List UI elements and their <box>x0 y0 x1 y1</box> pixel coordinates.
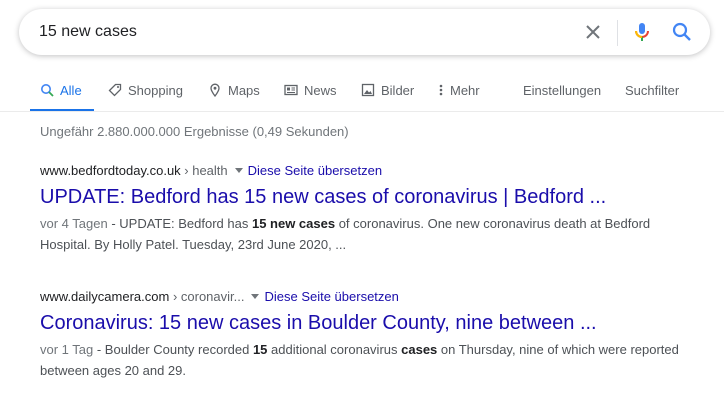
result-stats: Ungefähr 2.880.000.000 Ergebnisse (0,49 … <box>40 124 349 139</box>
tab-settings[interactable]: Einstellungen <box>523 70 601 110</box>
result-domain: www.dailycamera.com <box>40 289 170 304</box>
tab-all[interactable]: Alle <box>40 70 82 110</box>
tab-news-label: News <box>304 82 337 98</box>
result-path: › coronavir... <box>169 289 245 304</box>
tab-settings-label: Einstellungen <box>523 82 602 98</box>
tab-news[interactable]: News <box>284 70 337 110</box>
result-title-link[interactable]: UPDATE: Bedford has 15 new cases of coro… <box>40 184 680 210</box>
result-title-link[interactable]: Coronavirus: 15 new cases in Boulder Cou… <box>40 310 680 336</box>
result-url: www.bedfordtoday.co.uk › health Diese Sei… <box>40 163 680 178</box>
clear-icon[interactable] <box>581 20 605 44</box>
tab-more[interactable]: Mehr <box>438 70 480 110</box>
snippet-highlight: cases <box>401 342 438 357</box>
news-icon <box>284 83 298 97</box>
result-date: vor 4 Tagen <box>40 216 108 231</box>
tabs-divider <box>0 111 724 112</box>
tab-all-label: Alle <box>60 82 82 98</box>
snippet-highlight: 15 new cases <box>251 216 336 231</box>
search-tabs: Alle Shopping Maps News Bilder Mehr Eins… <box>0 70 724 112</box>
microphone-icon[interactable] <box>630 20 654 44</box>
tab-maps-label: Maps <box>228 82 260 98</box>
result-snippet: vor 1 Tag - Boulder County recorded 15 a… <box>40 339 680 381</box>
search-input[interactable] <box>39 9 559 55</box>
tab-images-label: Bilder <box>381 82 415 98</box>
dropdown-caret-icon[interactable] <box>234 168 243 174</box>
result-path: › health <box>180 163 228 178</box>
tab-images[interactable]: Bilder <box>361 70 414 110</box>
snippet-highlight: 15 <box>252 342 268 357</box>
tab-shopping[interactable]: Shopping <box>108 70 183 110</box>
google-search-icon <box>40 83 54 97</box>
map-pin-icon <box>208 83 222 98</box>
search-result: www.dailycamera.com › coronavir... Diese … <box>40 289 680 381</box>
translate-link[interactable]: Diese Seite übersetzen <box>248 163 382 178</box>
snippet-text: - UPDATE: Bedford has <box>107 216 252 231</box>
translate-link[interactable]: Diese Seite übersetzen <box>264 289 398 304</box>
search-result: www.bedfordtoday.co.uk › health Diese Sei… <box>40 163 680 255</box>
image-icon <box>361 83 375 97</box>
snippet-text: additional coronavirus <box>267 342 402 357</box>
tab-more-label: Mehr <box>450 82 480 98</box>
search-box[interactable] <box>19 9 710 55</box>
snippet-text: - Boulder County recorded <box>93 342 253 357</box>
result-domain: www.bedfordtoday.co.uk <box>40 163 181 178</box>
result-url: www.dailycamera.com › coronavir... Diese … <box>40 289 680 304</box>
tab-search-tools-label: Suchfilter <box>625 82 680 98</box>
tab-maps[interactable]: Maps <box>208 70 260 110</box>
search-icon[interactable] <box>670 20 694 44</box>
tab-shopping-label: Shopping <box>128 82 183 98</box>
search-divider <box>617 20 618 46</box>
result-date: vor 1 Tag <box>40 342 94 357</box>
tab-search-tools[interactable]: Suchfilter <box>625 70 679 110</box>
result-snippet: vor 4 Tagen - UPDATE: Bedford has 15 new… <box>40 213 680 255</box>
dropdown-caret-icon[interactable] <box>251 294 260 300</box>
more-vert-icon <box>438 83 444 97</box>
tag-icon <box>108 83 122 97</box>
